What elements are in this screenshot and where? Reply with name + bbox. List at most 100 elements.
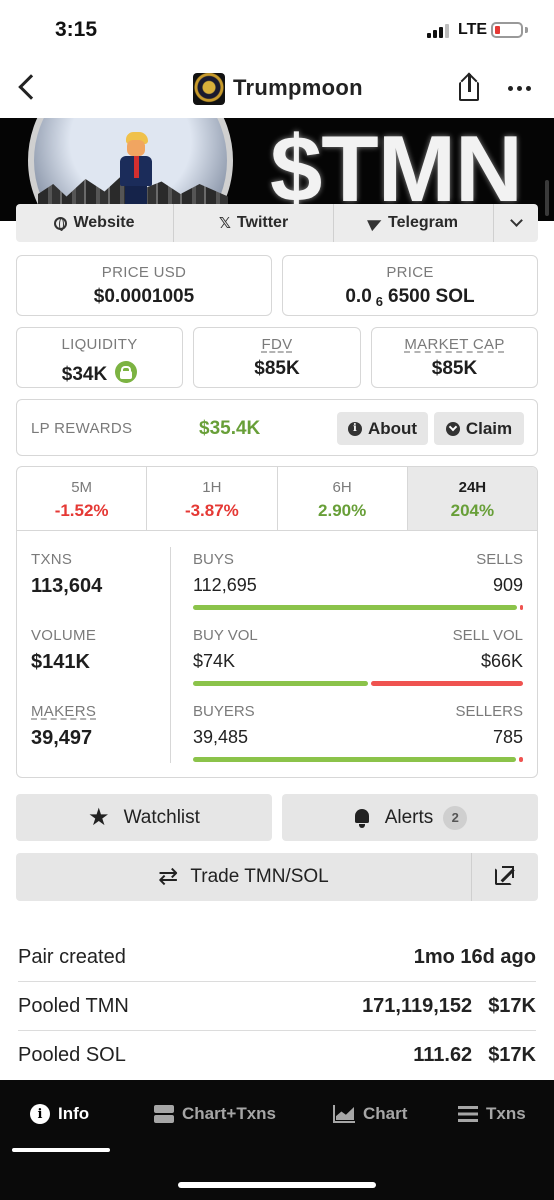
telegram-link[interactable]: Telegram [334, 204, 494, 242]
share-icon[interactable] [457, 72, 483, 104]
lp-rewards-label: LP REWARDS [31, 420, 133, 437]
signal-icon [427, 22, 449, 38]
makers-value: 39,497 [31, 727, 93, 749]
battery-cap [525, 27, 528, 33]
bell-icon [353, 808, 371, 828]
trade-bar: ⇄ Trade TMN/SOL [16, 853, 538, 901]
buys-value: 112,695 [193, 575, 257, 595]
liquidity-value: $34K [61, 364, 108, 385]
price-usd-label: PRICE USD [101, 264, 187, 281]
trading-stats-card: 5M -1.52% 1H -3.87% 6H 2.90% 24H 204% TX… [16, 466, 538, 778]
sells-label: SELLS [476, 551, 523, 568]
lp-rewards-value: $35.4K [199, 418, 261, 439]
pair-created-value: 1mo 16d ago [413, 945, 536, 968]
timeframe-change: -1.52% [54, 501, 109, 520]
trade-button[interactable]: ⇄ Trade TMN/SOL [16, 853, 472, 901]
star-icon: ★ [88, 803, 110, 831]
tab-1h[interactable]: 1H -3.87% [147, 467, 278, 530]
price-native-prefix: 0.0 [345, 286, 372, 307]
pooled-token-label: Pooled TMN [18, 994, 129, 1017]
tab-txns[interactable]: Txns [458, 1104, 526, 1124]
about-button[interactable]: i About [337, 412, 428, 445]
website-link[interactable]: Website [16, 204, 174, 242]
timeframe-label: 24H [458, 479, 487, 496]
tab-info[interactable]: i Info [30, 1104, 89, 1124]
website-label: Website [73, 214, 135, 231]
sellers-bar-segment [519, 757, 523, 762]
timeframe-label: 5M [71, 479, 93, 496]
info-icon: i [347, 421, 362, 436]
fdv-value: $85K [254, 358, 300, 379]
buyers-bar [193, 757, 523, 762]
pooled-token-amount: 171,119,152 [362, 994, 473, 1017]
buy-vol-label: BUY VOL [193, 627, 258, 644]
chevron-left-icon[interactable] [14, 72, 42, 104]
alerts-button[interactable]: Alerts 2 [282, 794, 538, 841]
sellers-label: SELLERS [455, 703, 523, 720]
trade-label: Trade TMN/SOL [190, 866, 329, 887]
price-native-digits: 6500 SOL [388, 286, 475, 307]
pair-created-label: Pair created [18, 945, 126, 968]
liquidity-card: LIQUIDITY $34K [16, 327, 183, 388]
external-link-icon[interactable] [473, 853, 538, 901]
market-cap-label[interactable]: MARKET CAP [372, 336, 537, 353]
pooled-sol-label: Pooled SOL [18, 1044, 126, 1066]
status-time: 3:15 [55, 18, 98, 41]
twitter-label: Twitter [236, 214, 289, 231]
lock-icon[interactable] [115, 361, 138, 383]
banner-ticker: $TMN [270, 118, 523, 221]
txns-value: 113,604 [31, 575, 103, 597]
about-label: About [367, 418, 418, 438]
timeframe-change: 2.90% [318, 501, 367, 520]
fdv-label[interactable]: FDV [194, 336, 360, 353]
tab-24h[interactable]: 24H 204% [407, 467, 537, 530]
tab-chart-txns-label: Chart+Txns [182, 1104, 276, 1123]
network-label: LTE [458, 21, 488, 38]
sell-vol-label: SELL VOL [452, 627, 523, 644]
buys-sells-bar [193, 605, 523, 610]
active-tab-indicator [12, 1148, 110, 1152]
buy-vol-bar-segment [193, 681, 368, 686]
claim-button[interactable]: Claim [434, 412, 524, 445]
alerts-count-badge: 2 [443, 805, 468, 830]
more-horizontal-icon[interactable] [508, 86, 531, 91]
battery-icon [491, 22, 523, 38]
more-links-button[interactable] [494, 204, 538, 242]
pooled-sol-amount: 111.62 [413, 1044, 473, 1066]
info-icon: i [30, 1104, 50, 1124]
txns-label: TXNS [31, 551, 73, 568]
txns-stat: TXNS 113,604 [31, 551, 102, 598]
telegram-icon [367, 214, 384, 232]
buys-sells-split: BUYS SELLS 112,695 909 [193, 551, 523, 611]
twitter-link[interactable]: 𝕏 Twitter [174, 204, 334, 242]
chevron-down-icon [509, 214, 523, 227]
tab-5m[interactable]: 5M -1.52% [17, 467, 148, 530]
buys-bar-segment [193, 605, 517, 610]
sell-vol-bar-segment [371, 681, 523, 686]
price-usd-card: PRICE USD $0.0001005 [16, 255, 272, 316]
price-native-zero-count: 6 [375, 294, 384, 309]
tab-chart-txns[interactable]: Chart+Txns [154, 1104, 276, 1124]
scroll-indicator [545, 180, 549, 216]
social-links-bar: Website 𝕏 Twitter Telegram [16, 204, 538, 242]
volume-bar [193, 681, 523, 686]
makers-label[interactable]: MAKERS [31, 703, 96, 720]
timeframe-change: -3.87% [184, 501, 239, 520]
pair-info-list: Pair created 1mo 16d ago Pooled TMN 171,… [18, 933, 536, 1080]
volume-label: VOLUME [31, 627, 97, 644]
home-indicator [178, 1182, 376, 1188]
price-usd-value: $0.0001005 [93, 286, 195, 307]
timeframe-tabs: 5M -1.52% 1H -3.87% 6H 2.90% 24H 204% [17, 467, 537, 531]
price-native-card: PRICE 0.0 6 6500 SOL [282, 255, 538, 316]
market-cap-value: $85K [431, 358, 478, 379]
pooled-sol-row: Pooled SOL 111.62 $17K [18, 1031, 536, 1080]
market-cap-card: MARKET CAP $85K [371, 327, 538, 388]
tab-chart-label: Chart [363, 1104, 408, 1123]
area-chart-icon [333, 1105, 355, 1123]
tab-txns-label: Txns [486, 1104, 526, 1123]
watchlist-button[interactable]: ★ Watchlist [16, 794, 272, 841]
tab-6h[interactable]: 6H 2.90% [278, 467, 408, 530]
claim-label: Claim [465, 418, 513, 438]
tab-chart[interactable]: Chart [333, 1104, 407, 1124]
swap-icon: ⇄ [158, 863, 179, 890]
